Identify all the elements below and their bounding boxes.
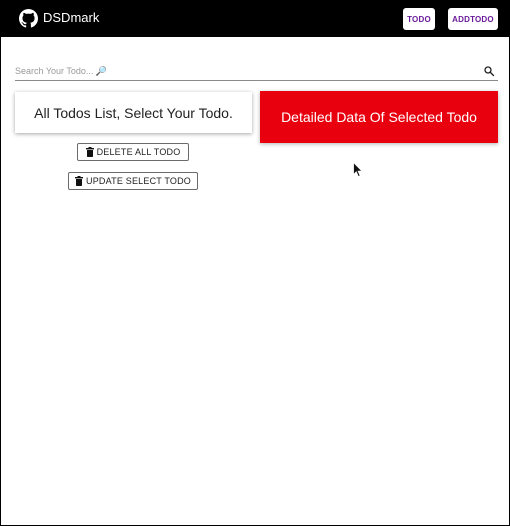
trash-icon [85,147,94,157]
todo-list-panel: All Todos List, Select Your Todo. [15,92,252,133]
nav-todo-button[interactable]: TODO [403,8,435,30]
todo-detail-title: Detailed Data Of Selected Todo [281,109,477,125]
update-select-todo-button[interactable]: UPDATE SELECT TODO [68,172,198,190]
brand-label: DSDmark [43,10,100,25]
delete-all-todo-label: DELETE ALL TODO [96,147,181,157]
app-window: DSDmark TODO ADDTODO All Todos List, Sel… [0,0,510,526]
delete-all-todo-button[interactable]: DELETE ALL TODO [77,143,189,161]
todo-list-title: All Todos List, Select Your Todo. [34,104,233,121]
search-bar [15,62,498,81]
todo-detail-panel: Detailed Data Of Selected Todo [260,91,498,143]
search-icon[interactable] [483,65,495,77]
github-icon [19,9,38,28]
app-bar: DSDmark TODO ADDTODO [1,0,509,37]
trash-icon [75,176,84,186]
search-input[interactable] [15,64,475,78]
nav-addtodo-button[interactable]: ADDTODO [448,8,498,30]
brand-link[interactable]: DSDmark [19,9,99,28]
mouse-pointer-icon [353,162,363,178]
update-select-todo-label: UPDATE SELECT TODO [86,176,191,186]
